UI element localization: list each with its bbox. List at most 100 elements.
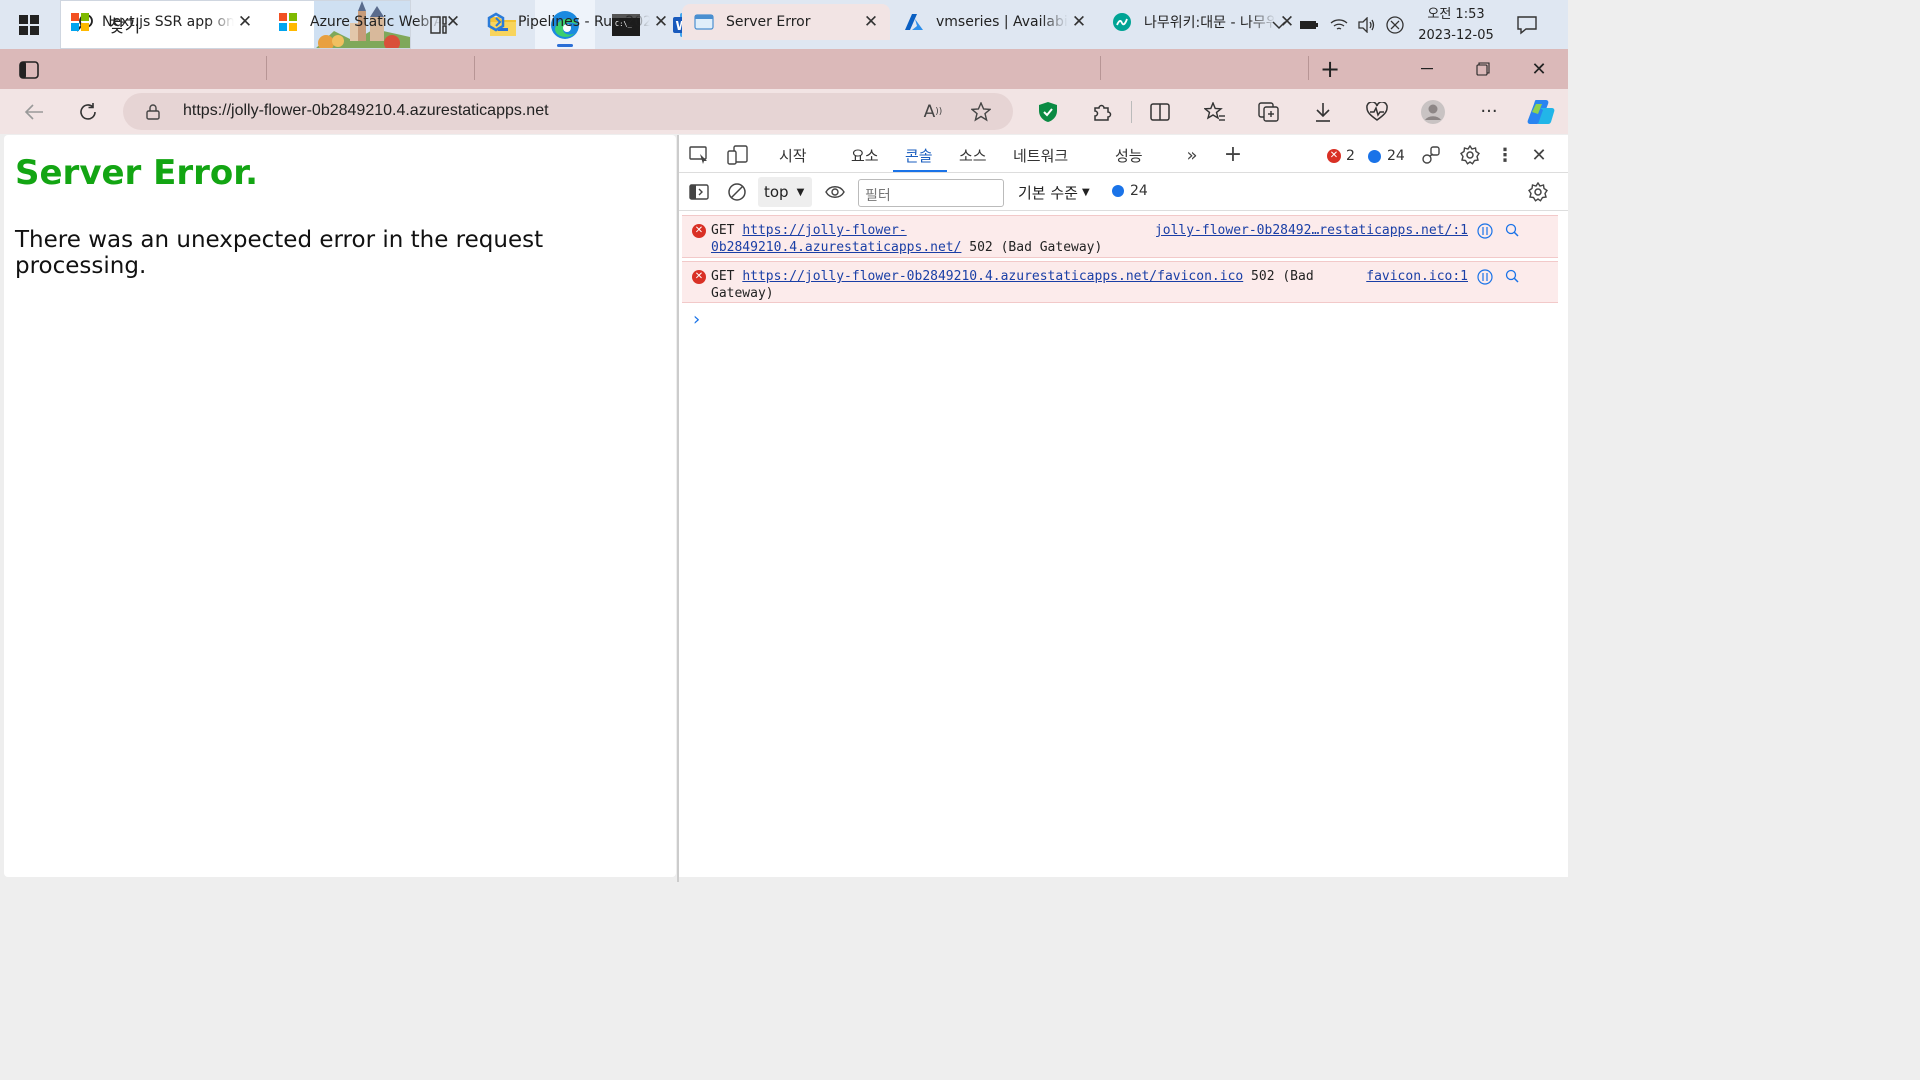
request-url-link[interactable]: https://jolly-flower-0b2849210.4.azurest… <box>711 223 961 255</box>
favorite-star-icon[interactable] <box>969 101 993 123</box>
issues-count-badge[interactable]: 24 <box>1112 183 1148 199</box>
tab-title: Pipelines - Run 2023 <box>518 14 650 30</box>
page-viewport: Server Error. There was an unexpected er… <box>4 135 676 877</box>
system-clock[interactable]: 오전 1:53 2023-12-05 <box>1406 4 1506 46</box>
refresh-button[interactable] <box>68 89 108 134</box>
console-filter-input[interactable]: 필터 <box>858 179 1004 207</box>
devtools-tab-console[interactable]: 콘솔 <box>905 145 933 166</box>
network-request-icon[interactable] <box>1477 223 1493 239</box>
split-screen-icon[interactable] <box>1140 89 1180 134</box>
lock-icon[interactable] <box>143 102 163 122</box>
error-icon: ✕ <box>692 224 706 238</box>
tab-divider <box>1100 56 1101 80</box>
close-tab-icon[interactable]: ✕ <box>1068 12 1090 32</box>
tab-namuwiki[interactable]: 나무위키:대문 - 나무위키 ✕ <box>1100 4 1306 40</box>
request-url-link[interactable]: https://jolly-flower-0b2849210.4.azurest… <box>742 269 1243 284</box>
console-prompt[interactable]: › <box>691 309 702 330</box>
clear-console-icon[interactable] <box>726 181 748 203</box>
message-count-badge[interactable]: 24 <box>1368 148 1405 164</box>
network-request-icon[interactable] <box>1477 269 1493 285</box>
devtools-tab-welcome[interactable]: 시작 <box>779 145 807 166</box>
tab-pipelines-run[interactable]: Pipelines - Run 2023 ✕ <box>474 4 680 40</box>
devtools-tab-performance[interactable]: 성능 <box>1115 145 1143 166</box>
wifi-icon[interactable] <box>1328 14 1350 36</box>
restore-window-icon[interactable] <box>1468 55 1498 83</box>
log-level-selector[interactable]: 기본 수준 ▼ <box>1018 182 1090 203</box>
console-error-message: ✕ GET https://jolly-flower-0b2849210.4.a… <box>682 215 1558 258</box>
volume-icon[interactable] <box>1356 14 1378 36</box>
error-icon: ✕ <box>1327 149 1341 163</box>
devtools-tab-sources[interactable]: 소스 <box>959 145 987 166</box>
close-tab-icon[interactable]: ✕ <box>442 12 464 32</box>
favorites-icon[interactable] <box>1195 89 1235 134</box>
add-tab-icon[interactable]: + <box>1222 142 1244 167</box>
tab-title: Azure Static Web Apps <box>310 14 442 30</box>
action-center-icon[interactable] <box>1514 12 1540 38</box>
tab-nextjs-ssr[interactable]: Next.js SSR app on Azure Static Web Apps… <box>58 4 264 40</box>
windows-start-icon[interactable] <box>0 0 58 49</box>
tab-azure-static-web-apps[interactable]: Azure Static Web Apps ✕ <box>266 4 472 40</box>
close-tab-icon[interactable]: ✕ <box>860 12 882 32</box>
response-status: 502 (Bad Gateway) <box>969 240 1103 255</box>
address-bar[interactable]: https://jolly-flower-0b2849210.4.azurest… <box>123 93 1013 130</box>
close-tab-icon[interactable]: ✕ <box>650 12 672 32</box>
shield-extension-icon[interactable] <box>1028 89 1068 134</box>
back-button[interactable] <box>14 89 54 134</box>
profile-avatar[interactable] <box>1413 89 1453 134</box>
notification-off-icon[interactable] <box>1384 14 1406 36</box>
tab-vmseries[interactable]: vmseries | Availability ✕ <box>892 4 1098 40</box>
read-aloud-icon[interactable]: A)) <box>921 101 945 123</box>
extensions-puzzle-icon[interactable] <box>1082 89 1122 134</box>
message-source-link[interactable]: jolly-flower-0b28492…restaticapps.net/:1 <box>1155 222 1468 239</box>
close-tab-icon[interactable]: ✕ <box>1276 12 1298 32</box>
settings-more-icon[interactable]: ··· <box>1469 89 1509 134</box>
copilot-icon[interactable] <box>1521 89 1561 134</box>
caret-down-icon: ▼ <box>1081 187 1090 198</box>
tab-server-error[interactable]: Server Error ✕ <box>682 4 890 40</box>
toolbar-divider <box>1131 101 1132 123</box>
close-window-icon[interactable]: ✕ <box>1524 55 1554 83</box>
error-count-badge[interactable]: ✕ 2 <box>1327 148 1355 164</box>
minimize-window-icon[interactable] <box>1412 55 1442 83</box>
error-message: There was an unexpected error in the req… <box>15 227 544 279</box>
live-expression-eye-icon[interactable] <box>824 181 846 203</box>
connected-devices-icon[interactable] <box>1419 144 1443 166</box>
devtools-more-icon[interactable]: ⋮ <box>1496 144 1514 166</box>
azure-icon <box>904 12 924 32</box>
clock-date: 2023-12-05 <box>1418 28 1494 43</box>
context-selector[interactable]: top ▼ <box>758 177 812 207</box>
downloads-icon[interactable] <box>1303 89 1343 134</box>
request-method: GET <box>711 223 735 238</box>
devtools-tab-elements[interactable]: 요소 <box>851 145 879 166</box>
console-settings-icon[interactable] <box>1527 181 1549 203</box>
devtools-toolbar: 시작 요소 콘솔 소스 네트워크 성능 » + ✕ 2 24 ⋮ ✕ <box>679 135 1568 173</box>
device-emulation-icon[interactable] <box>726 144 750 166</box>
issues-count: 24 <box>1130 183 1148 199</box>
error-count: 2 <box>1346 148 1355 164</box>
devtools-tab-network[interactable]: 네트워크 <box>1013 145 1068 166</box>
url-text[interactable]: https://jolly-flower-0b2849210.4.azurest… <box>183 102 549 120</box>
caret-down-icon: ▼ <box>796 186 805 198</box>
tab-actions-icon[interactable] <box>14 57 44 83</box>
message-icon <box>1112 185 1124 197</box>
browser-essentials-icon[interactable] <box>1357 89 1397 134</box>
tab-divider <box>1308 56 1309 80</box>
console-sidebar-icon[interactable] <box>688 181 710 203</box>
close-devtools-icon[interactable]: ✕ <box>1528 144 1550 166</box>
log-level-value: 기본 수준 <box>1018 184 1078 202</box>
search-icon[interactable] <box>1504 268 1520 284</box>
new-tab-icon[interactable]: + <box>1316 55 1344 83</box>
tab-divider <box>266 56 267 80</box>
devtools-settings-icon[interactable] <box>1458 144 1482 166</box>
more-tabs-icon[interactable]: » <box>1181 144 1203 166</box>
search-icon[interactable] <box>1504 222 1520 238</box>
clock-time: 오전 1:53 <box>1427 7 1485 22</box>
close-tab-icon[interactable]: ✕ <box>234 12 256 32</box>
devtools-panel: 시작 요소 콘솔 소스 네트워크 성능 » + ✕ 2 24 ⋮ ✕ top ▼… <box>679 135 1568 877</box>
message-body: GET https://jolly-flower-0b2849210.4.azu… <box>711 268 1351 302</box>
collections-icon[interactable] <box>1249 89 1289 134</box>
microsoft-logo-icon <box>278 12 298 32</box>
message-source-link[interactable]: favicon.ico:1 <box>1366 268 1468 285</box>
message-body: GET https://jolly-flower-0b2849210.4.azu… <box>711 222 1131 256</box>
inspect-element-icon[interactable] <box>687 144 711 166</box>
